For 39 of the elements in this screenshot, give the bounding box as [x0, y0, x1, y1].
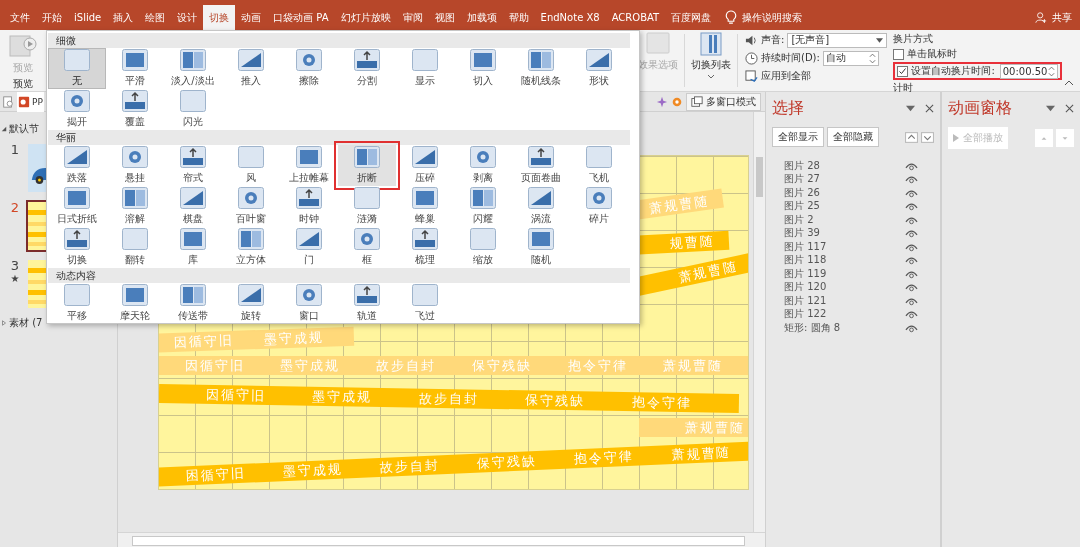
banner-text: 萧规曹随 [685, 418, 745, 437]
banner-text: 萧规曹随 [676, 256, 740, 287]
banner-text: 保守残缺 [471, 356, 532, 375]
banner-text: 墨守成规 [263, 328, 325, 349]
pane-title: 选择 [772, 98, 805, 119]
checkbox-label: 设置自动换片时间: [911, 64, 995, 78]
slide-number: 3 [10, 258, 20, 273]
gallery-section-header: 动态内容 [48, 268, 630, 283]
banner-text: 抱令守律 [632, 392, 693, 412]
gallery-section-header: 华丽 [48, 130, 630, 145]
advance-title: 换片方式 [893, 32, 935, 46]
group-label: 预览 [13, 77, 33, 91]
banner-text: 因循守旧 [173, 331, 235, 352]
pane-title: 动画窗格 [948, 98, 1013, 119]
animation-mark: ★ [10, 273, 20, 284]
group-label: 计时 [893, 81, 914, 95]
slide-number: 2 [10, 200, 20, 215]
banner-text: 因循守旧 [184, 356, 245, 375]
banner-text: 因循守旧 [205, 385, 266, 405]
banner-text: 抱令守律 [567, 356, 628, 375]
banner-text: 墨守成规 [280, 356, 341, 375]
banner-text: 规曹随 [669, 232, 716, 253]
banner-text: 保守残缺 [525, 390, 586, 410]
banner-text: 故步自封 [376, 356, 437, 375]
duration-label: 持续时间(D): [761, 51, 820, 65]
banner-text: 萧规曹随 [648, 191, 711, 218]
banner-text: 保守残缺 [476, 451, 538, 473]
banner-text: 萧规曹随 [670, 443, 732, 464]
checkbox-label: 单击鼠标时 [907, 47, 958, 61]
banner-text: 墨守成规 [312, 387, 373, 407]
slide-number: 1 [10, 142, 20, 157]
banner-text: 故步自封 [418, 389, 480, 409]
banner-text: 萧规曹随 [663, 356, 724, 375]
banner-text: 故步自封 [379, 455, 441, 477]
banner-text: 困循守旧 [185, 464, 247, 485]
sound-label: 声音: [761, 33, 785, 47]
banner-text: 墨守成规 [282, 460, 344, 481]
gallery-section-header: 细微 [48, 33, 630, 48]
banner-text: 抱令守律 [573, 447, 635, 468]
